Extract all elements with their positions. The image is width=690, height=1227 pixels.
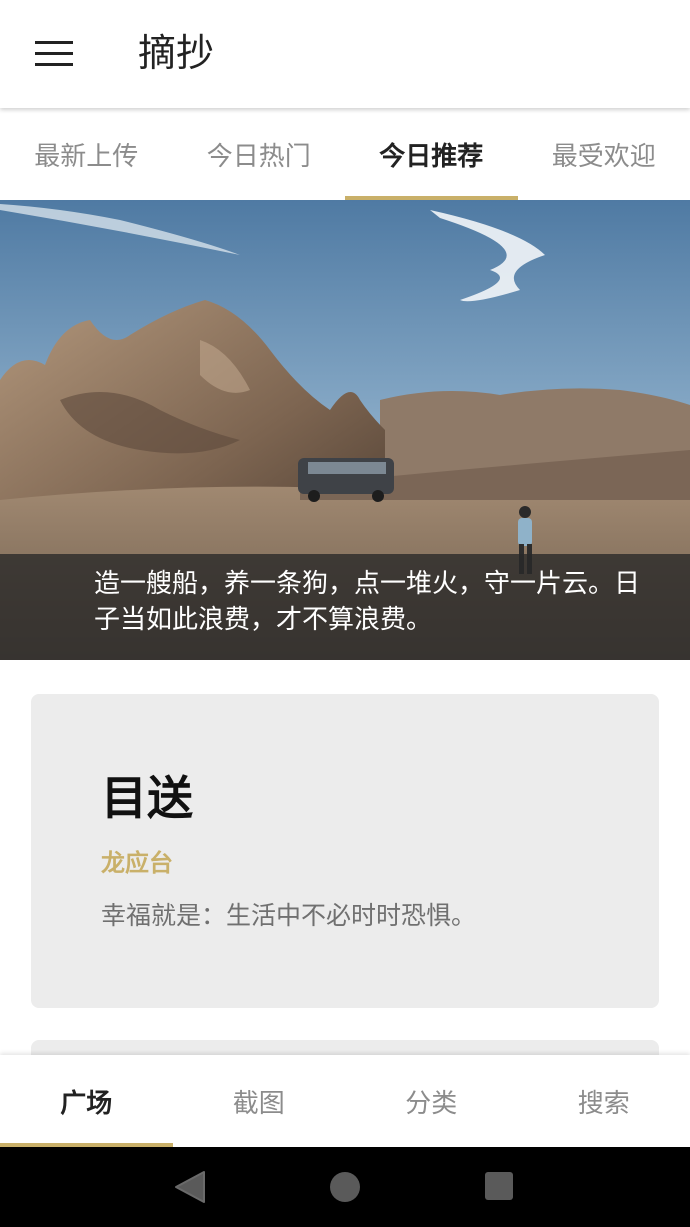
system-navigation-bar <box>0 1147 690 1227</box>
quote-card[interactable]: 目送 龙应台 幸福就是：生活中不必时时恐惧。 <box>31 694 659 1008</box>
hamburger-menu-icon[interactable] <box>22 28 86 80</box>
back-triangle-icon[interactable] <box>170 1169 210 1205</box>
card-quote: 幸福就是：生活中不必时时恐惧。 <box>101 901 477 930</box>
card-author: 龙应台 <box>101 849 173 877</box>
nav-label: 搜索 <box>577 1088 630 1119</box>
nav-categories[interactable]: 分类 <box>345 1055 518 1147</box>
category-tabs: 最新上传 今日热门 今日推荐 最受欢迎 <box>0 108 690 200</box>
tab-most-popular[interactable]: 最受欢迎 <box>518 108 690 200</box>
nav-label: 分类 <box>405 1088 458 1119</box>
bottom-navigation: 广场 截图 分类 搜索 <box>0 1055 690 1147</box>
menu-line <box>35 52 73 55</box>
nav-label: 截图 <box>232 1088 285 1119</box>
app-bar: 摘抄 <box>0 0 690 108</box>
banner-caption-overlay: 造一艘船，养一条狗，点一堆火，守一片云。日子当如此浪费，才不算浪费。 <box>0 554 690 660</box>
tab-latest-upload[interactable]: 最新上传 <box>0 108 173 200</box>
nav-search[interactable]: 搜索 <box>518 1055 690 1147</box>
tab-label: 今日热门 <box>206 141 311 172</box>
tab-today-recommended[interactable]: 今日推荐 <box>345 108 518 200</box>
tab-label: 今日推荐 <box>379 141 484 172</box>
home-circle-icon[interactable] <box>327 1169 363 1205</box>
banner-caption: 造一艘船，养一条狗，点一堆火，守一片云。日子当如此浪费，才不算浪费。 <box>94 569 641 635</box>
tab-label: 最新上传 <box>34 141 139 172</box>
app-title: 摘抄 <box>138 31 215 75</box>
card-title: 目送 <box>101 771 193 825</box>
tab-today-hot[interactable]: 今日热门 <box>173 108 346 200</box>
menu-line <box>35 41 73 44</box>
featured-banner[interactable]: 造一艘船，养一条狗，点一堆火，守一片云。日子当如此浪费，才不算浪费。 <box>0 200 690 660</box>
nav-screenshot[interactable]: 截图 <box>173 1055 346 1147</box>
active-nav-indicator <box>0 1143 173 1147</box>
tab-label: 最受欢迎 <box>551 141 656 172</box>
nav-plaza[interactable]: 广场 <box>0 1055 173 1147</box>
menu-line <box>35 63 73 66</box>
recent-apps-square-icon[interactable] <box>482 1169 516 1203</box>
nav-label: 广场 <box>60 1088 113 1119</box>
